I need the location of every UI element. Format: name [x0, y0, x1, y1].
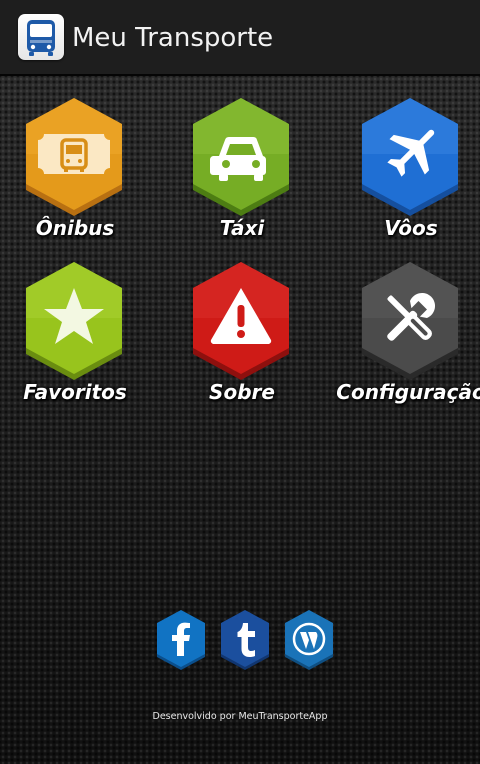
action-bar: Meu Transporte — [0, 0, 480, 76]
wordpress-icon — [285, 610, 333, 670]
footer-credits: Desenvolvido por MeuTransporteApp — [152, 711, 328, 722]
warning-icon — [193, 262, 289, 380]
bus-ticket-icon — [26, 98, 122, 216]
facebook-icon — [157, 610, 205, 670]
menu-item-label: Favoritos — [23, 380, 127, 404]
menu-item-label: Sobre — [209, 380, 275, 404]
airplane-icon — [362, 98, 458, 216]
menu-item-label: Ônibus — [35, 216, 115, 240]
bus-icon[interactable] — [18, 14, 64, 60]
tumblr-icon — [221, 610, 269, 670]
tumblr-button[interactable] — [219, 610, 271, 670]
menu-item-configuracao[interactable]: Configuração — [336, 262, 480, 422]
menu-item-favoritos[interactable]: Favoritos — [0, 262, 150, 422]
menu-item-label: Vôos — [384, 216, 438, 240]
menu-item-sobre[interactable]: Sobre — [167, 262, 317, 422]
star-icon — [26, 262, 122, 380]
wordpress-button[interactable] — [283, 610, 335, 670]
menu-item-label: Configuração — [336, 380, 480, 404]
facebook-button[interactable] — [155, 610, 207, 670]
menu-item-onibus[interactable]: Ônibus — [0, 98, 150, 258]
menu-item-taxi[interactable]: Táxi — [167, 98, 317, 258]
tools-icon — [362, 262, 458, 380]
car-icon — [193, 98, 289, 216]
menu-item-label: Táxi — [219, 216, 265, 240]
app-title: Meu Transporte — [72, 23, 274, 53]
menu-item-voos[interactable]: Vôos — [336, 98, 480, 258]
